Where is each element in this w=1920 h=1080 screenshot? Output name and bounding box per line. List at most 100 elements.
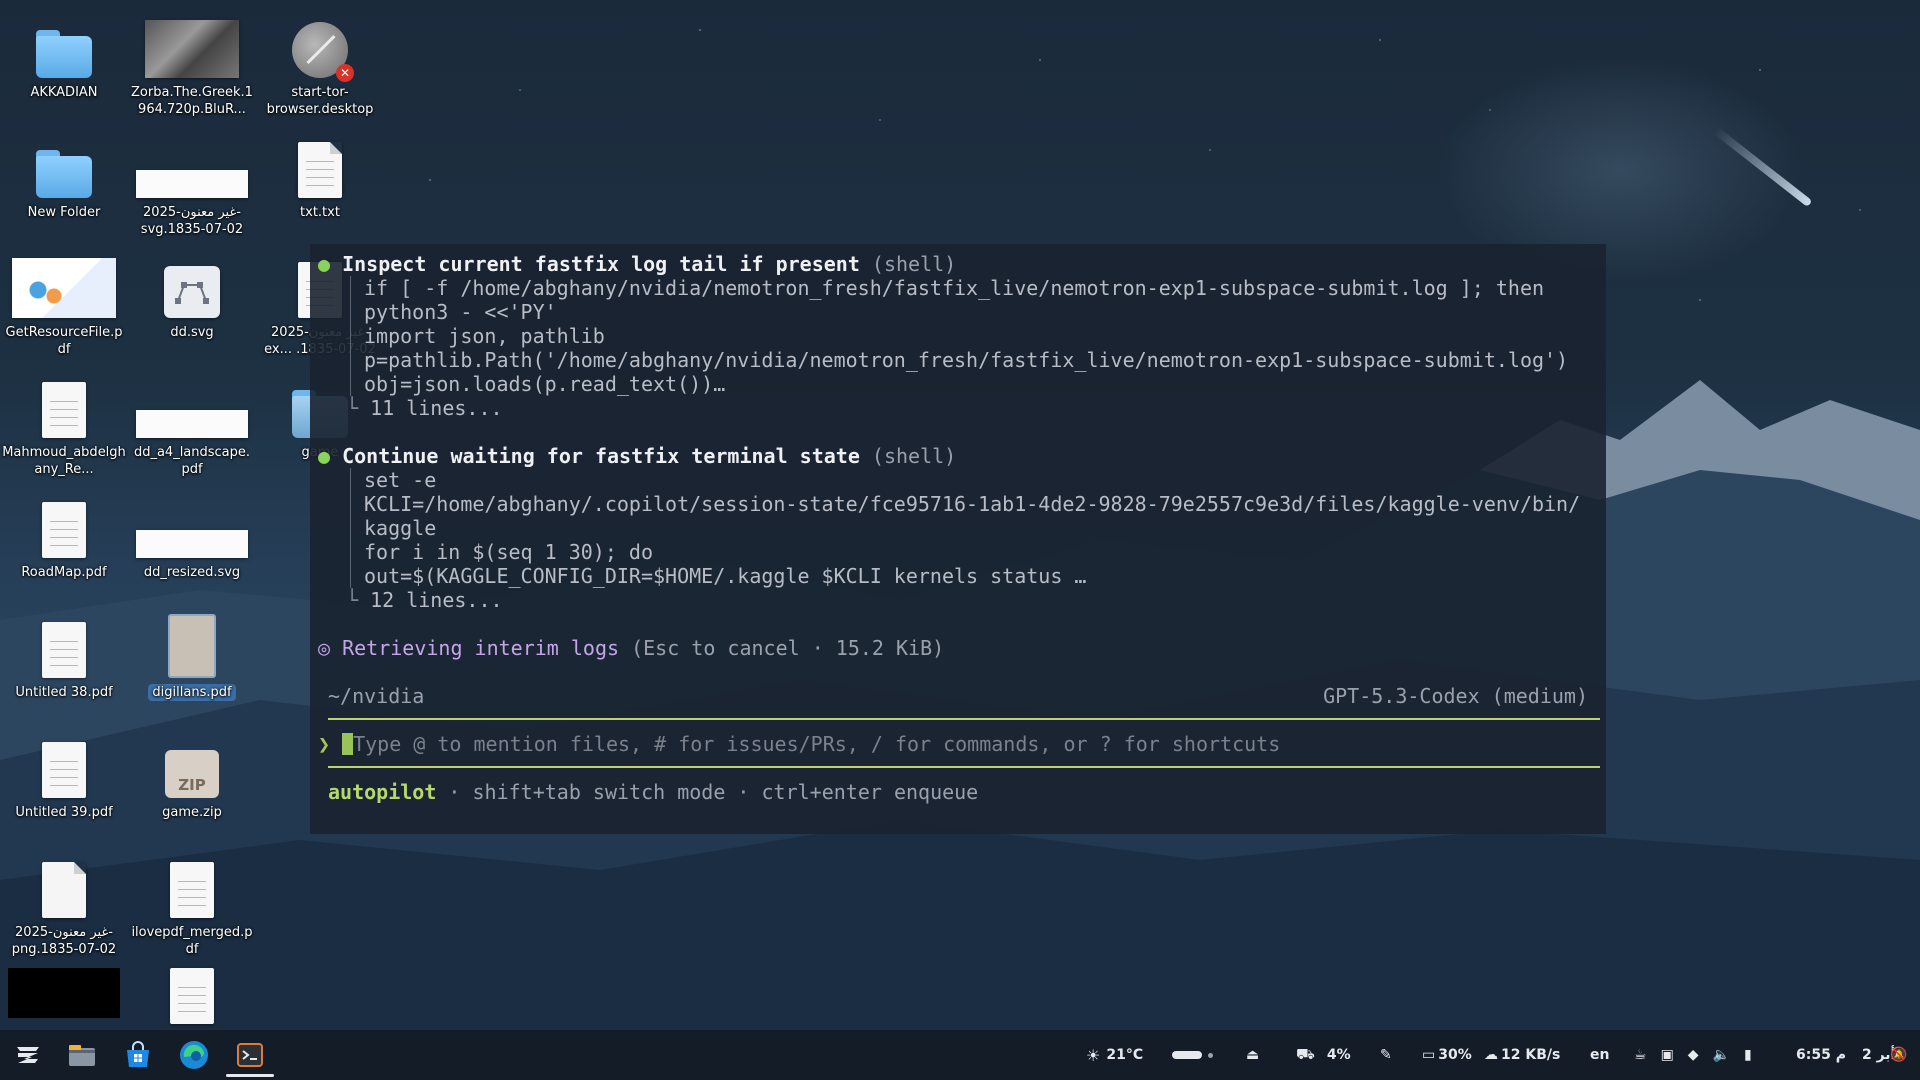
terminal-icon — [237, 1043, 263, 1067]
bell-muted-icon: 🔕 — [1890, 1047, 1908, 1063]
prompt-input[interactable]: ❯ Type @ to mention files, # for issues/… — [318, 732, 1280, 756]
wifi-icon[interactable]: ◆ — [1688, 1047, 1699, 1063]
task2-line: for i in $(seq 1 30); do — [364, 540, 653, 564]
eject-icon: ⏏ — [1246, 1047, 1260, 1063]
status-line: ◎ Retrieving interim logs (Esc to cancel… — [318, 636, 944, 660]
mode-label[interactable]: autopilot — [328, 780, 436, 804]
video-thumbnail — [145, 20, 239, 78]
prompt-chevron-icon: ❯ — [318, 732, 331, 756]
battery-icon[interactable]: ▮ — [1744, 1047, 1752, 1063]
wallpaper-comet — [1712, 126, 1813, 208]
prompt-placeholder: Type @ to mention files, # for issues/PR… — [353, 732, 1281, 756]
terminal-button[interactable] — [230, 1036, 270, 1074]
terminal-window[interactable]: ● Inspect current fastfix log tail if pr… — [310, 244, 1606, 834]
task2-line: set -e — [364, 468, 437, 492]
desktop-icon-dd-resized[interactable]: dd_resized.svg — [130, 488, 254, 581]
desktop-icon-untitled-svg[interactable]: غير معنون-2025-svg.1835-07-02 — [130, 128, 254, 238]
software-store-button[interactable] — [118, 1036, 158, 1074]
pdf-thumbnail — [42, 742, 86, 798]
memory-icon: ▭ — [1422, 1047, 1436, 1063]
desktop-icon-new-folder[interactable]: New Folder — [2, 128, 126, 221]
svg-file-icon — [164, 266, 220, 318]
spinner-icon: ◎ — [318, 636, 331, 660]
desktop-icon-roadmap[interactable]: RoadMap.pdf — [2, 488, 126, 581]
pdf-thumbnail — [42, 382, 86, 438]
desktop-icon-dd-a4-landscape[interactable]: dd_a4_landscape.pdf — [130, 368, 254, 478]
weather-widget[interactable]: ☀ 21°C — [1086, 1030, 1143, 1080]
dot-icon — [1208, 1052, 1213, 1058]
desktop-icon-game-zip[interactable]: ZIP game.zip — [130, 728, 254, 821]
svg-thumbnail — [136, 170, 248, 198]
pdf-thumbnail — [170, 862, 214, 918]
desktop-icon-getresourcefile[interactable]: GetResourceFile.pdf — [2, 248, 126, 358]
mode-bar: autopilot · shift+tab switch mode · ctrl… — [328, 780, 978, 804]
task2-more: └ 12 lines... — [346, 588, 503, 612]
edge-browser-icon — [180, 1041, 208, 1069]
display-icon[interactable]: ▣ — [1661, 1047, 1674, 1063]
desktop-icon-untitled-39[interactable]: Untitled 39.pdf — [2, 728, 126, 821]
clock[interactable]: 6:55 م 2 أبر — [1796, 1030, 1895, 1080]
desktop-icon-mahmoud-resume[interactable]: Mahmoud_abdelghany_Re... — [2, 368, 126, 478]
tor-launcher-icon: ✕ — [292, 22, 354, 82]
desktop-icon-untitled-png[interactable]: غير معنون-2025-png.1835-07-02 — [2, 848, 126, 958]
desktop-icon-digillans[interactable]: digillans.pdf — [130, 608, 254, 701]
status-text: Retrieving interim logs — [342, 636, 620, 660]
desktop-icon-dd-svg[interactable]: dd.svg — [130, 248, 254, 341]
weather-temp: 21°C — [1106, 1047, 1144, 1063]
sun-icon: ☀ — [1086, 1045, 1101, 1065]
model-label: GPT-5.3-Codex (medium) — [1323, 684, 1588, 708]
taskbar: ☀ 21°C ⏏ ⛟ 4% ✎ ▭ 30% ☁ 12 KB/s en ☕ ▣ ◆… — [0, 1030, 1920, 1080]
task2-line: KCLI=/home/abghany/.copilot/session-stat… — [364, 492, 1581, 516]
text-cursor — [342, 733, 354, 755]
desktop-icon-akkadian[interactable]: AKKADIAN — [2, 8, 126, 101]
battery-indicator[interactable] — [1172, 1030, 1213, 1080]
edge-browser-button[interactable] — [174, 1036, 214, 1074]
selected-label: digillans.pdf — [148, 684, 236, 701]
network-speed[interactable]: ☁ 12 KB/s — [1484, 1030, 1560, 1080]
zorin-menu-button[interactable] — [8, 1036, 48, 1074]
task1-line: obj=json.loads(p.read_text())… — [364, 372, 726, 396]
pdf-thumbnail — [42, 502, 86, 558]
task1-line: p=pathlib.Path('/home/abghany/nvidia/nem… — [364, 348, 1569, 372]
desktop-icon-ilovepdf-merged[interactable]: ilovepdf_merged.pdf — [130, 848, 254, 958]
shortcut-hints: · shift+tab switch mode · ctrl+enter enq… — [448, 780, 979, 804]
notifications-button[interactable]: 🔕 — [1890, 1030, 1907, 1080]
input-top-rule — [328, 718, 1600, 720]
eject-button[interactable]: ⏏ — [1246, 1030, 1259, 1080]
task1-header: ● Inspect current fastfix log tail if pr… — [318, 252, 956, 276]
tools-button[interactable]: ✎ — [1380, 1030, 1392, 1080]
task1-kind: (shell) — [871, 252, 957, 276]
pdf-thumbnail — [42, 622, 86, 678]
task1-line: python3 - <<'PY' — [364, 300, 557, 324]
teacup-icon[interactable]: ☕ — [1634, 1047, 1647, 1063]
cwd-label: ~/nvidia — [328, 684, 425, 708]
language-indicator[interactable]: en — [1590, 1030, 1609, 1080]
pdf-thumbnail — [12, 258, 116, 318]
folder-icon — [36, 150, 92, 198]
zip-icon: ZIP — [165, 750, 219, 798]
tree-corner-icon: └ — [346, 588, 359, 612]
language-value: en — [1590, 1047, 1610, 1063]
task1-line: if [ -f /home/abghany/nvidia/nemotron_fr… — [364, 276, 1545, 300]
network-value: 12 KB/s — [1501, 1047, 1561, 1063]
svg-thumbnail — [136, 530, 248, 558]
task2-line: out=$(KAGGLE_CONFIG_DIR=$HOME/.kaggle $K… — [364, 564, 1087, 588]
memory-indicator[interactable]: ▭ 30% — [1422, 1030, 1472, 1080]
desktop-icon-zorba-video[interactable]: Zorba.The.Greek.1964.720p.BluR... — [130, 8, 254, 118]
desktop-icon-untitled-38[interactable]: Untitled 38.pdf — [2, 608, 126, 701]
volume-icon[interactable]: 🔈 — [1713, 1047, 1730, 1063]
files-button[interactable] — [62, 1036, 102, 1074]
tree-corner-icon: └ — [346, 396, 359, 420]
desktop-icon-tor-browser[interactable]: ✕ start-tor-browser.desktop — [258, 8, 382, 118]
text-file-icon — [298, 142, 342, 198]
desktop-icon-txt[interactable]: txt.txt — [258, 128, 382, 221]
cpu-indicator[interactable]: ⛟ 4% — [1296, 1030, 1351, 1080]
tree-line — [350, 468, 351, 588]
clock-time: 6:55 م — [1796, 1047, 1846, 1063]
zorin-menu-icon — [17, 1047, 39, 1063]
pdf-thumbnail — [136, 410, 248, 438]
active-app-indicator — [226, 1074, 274, 1077]
task1-line: import json, pathlib — [364, 324, 605, 348]
task2-more-label: 12 lines... — [370, 588, 503, 612]
tree-line — [350, 276, 351, 396]
